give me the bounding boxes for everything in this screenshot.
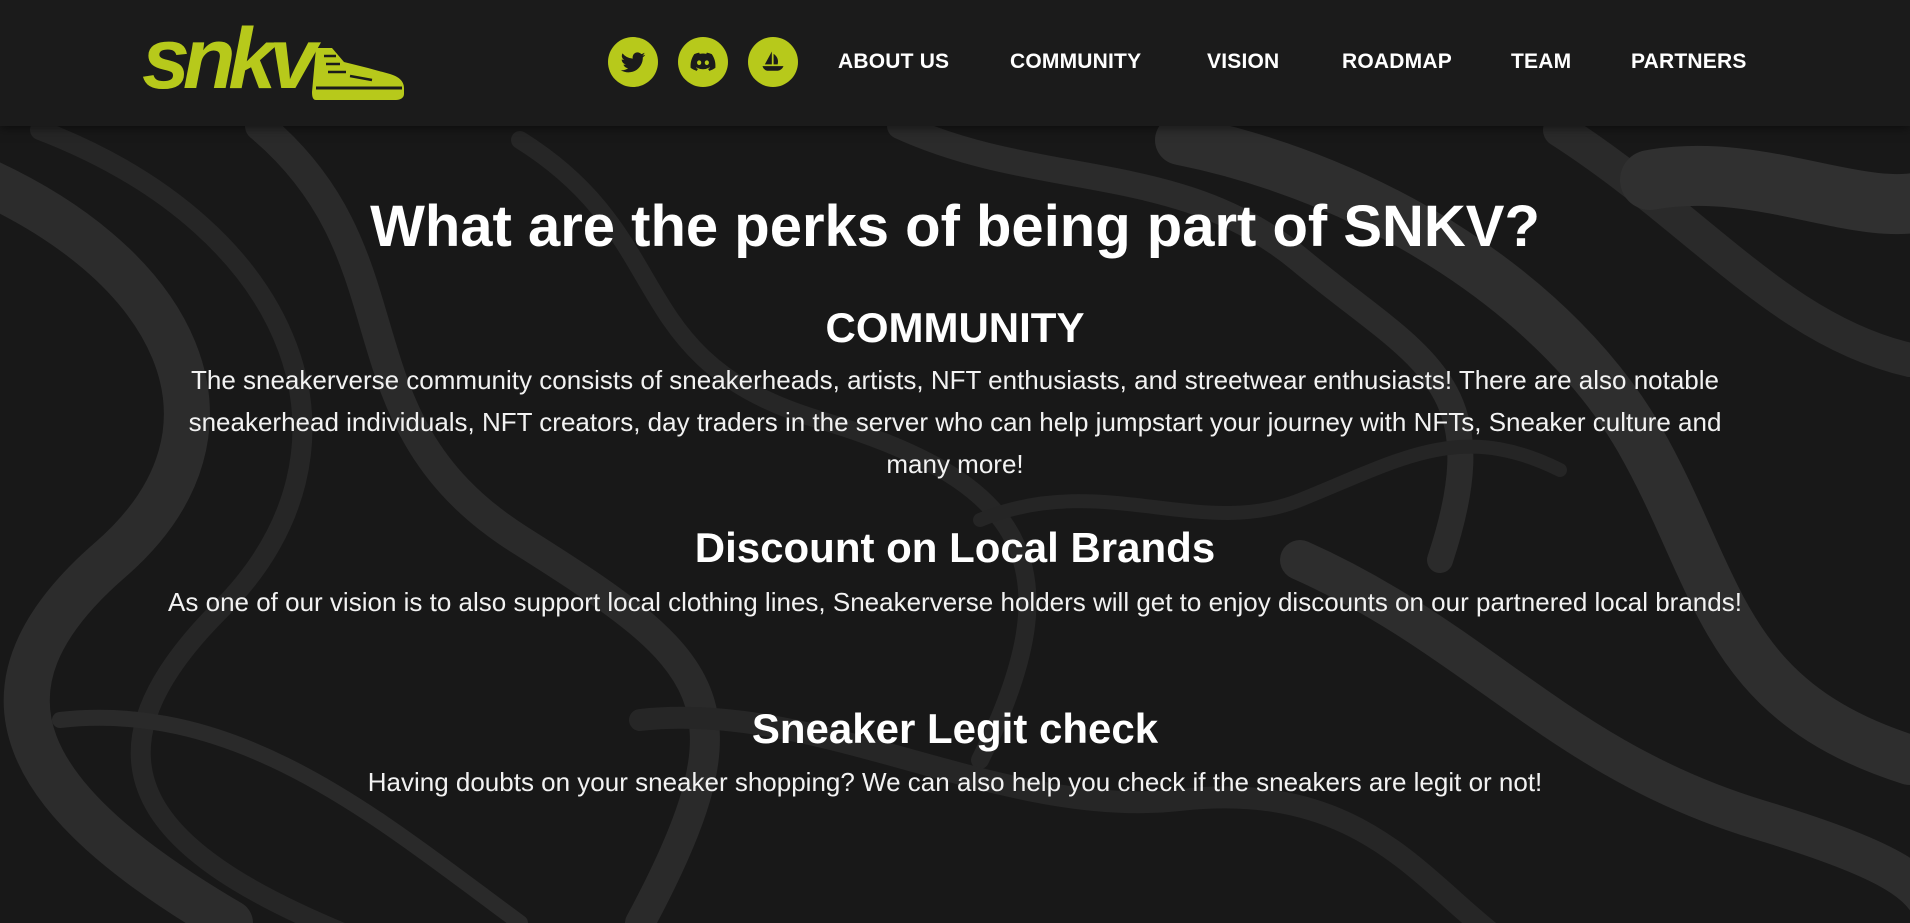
perk-title-legit-check: Sneaker Legit check [751, 705, 1159, 752]
nav-community[interactable]: COMMUNITY [1010, 48, 1141, 76]
nav-vision[interactable]: VISION [1207, 48, 1279, 76]
perk-body-discount: As one of our vision is to also support … [168, 587, 1742, 617]
twitter-button[interactable] [608, 37, 658, 87]
discord-icon [690, 52, 716, 71]
discord-button[interactable] [678, 37, 728, 87]
snkv-logo[interactable]: snkv [142, 16, 404, 102]
perk-body-community: The sneakerverse community consists of s… [188, 365, 1722, 479]
sneaker-icon [312, 48, 404, 100]
nav-about-us[interactable]: ABOUT US [838, 48, 949, 76]
logo-wordmark: snkv [142, 11, 317, 107]
perk-title-discount: Discount on Local Brands [694, 524, 1216, 571]
nav-partners[interactable]: PARTNERS [1631, 48, 1747, 76]
opensea-button[interactable] [748, 37, 798, 87]
nav-roadmap[interactable]: ROADMAP [1342, 48, 1452, 76]
nav-team[interactable]: TEAM [1511, 48, 1571, 76]
twitter-icon [620, 52, 646, 73]
page-title: What are the perks of being part of SNKV… [370, 194, 1540, 259]
site-header: snkv ABOUT US COMMUNITY VISION ROADMAP T… [0, 0, 1910, 126]
perk-title-community: COMMUNITY [825, 304, 1085, 351]
opensea-icon [762, 51, 784, 71]
perk-body-legit-check: Having doubts on your sneaker shopping? … [367, 767, 1543, 797]
